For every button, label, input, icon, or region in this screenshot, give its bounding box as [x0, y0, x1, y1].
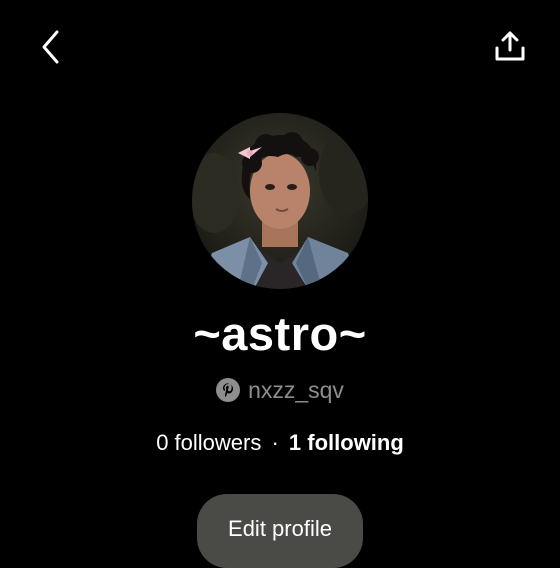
follow-stats: 0 followers · 1 following	[0, 428, 560, 458]
username-row: nxzz_sqv	[0, 375, 560, 405]
following-count[interactable]: 1 following	[289, 430, 404, 455]
display-name: ~astro~	[193, 307, 367, 360]
separator-dot: ·	[271, 430, 279, 455]
back-button[interactable]	[30, 26, 72, 68]
edit-profile-button[interactable]: Edit profile	[197, 494, 363, 568]
top-bar	[0, 0, 560, 90]
share-button[interactable]	[488, 24, 532, 68]
profile-photo	[192, 113, 368, 289]
pinterest-icon	[216, 378, 241, 402]
chevron-left-icon	[42, 30, 59, 64]
avatar[interactable]	[192, 113, 368, 289]
share-upload-icon	[495, 31, 525, 61]
username-label[interactable]: nxzz_sqv	[248, 375, 344, 405]
followers-count[interactable]: 0 followers	[156, 430, 261, 455]
